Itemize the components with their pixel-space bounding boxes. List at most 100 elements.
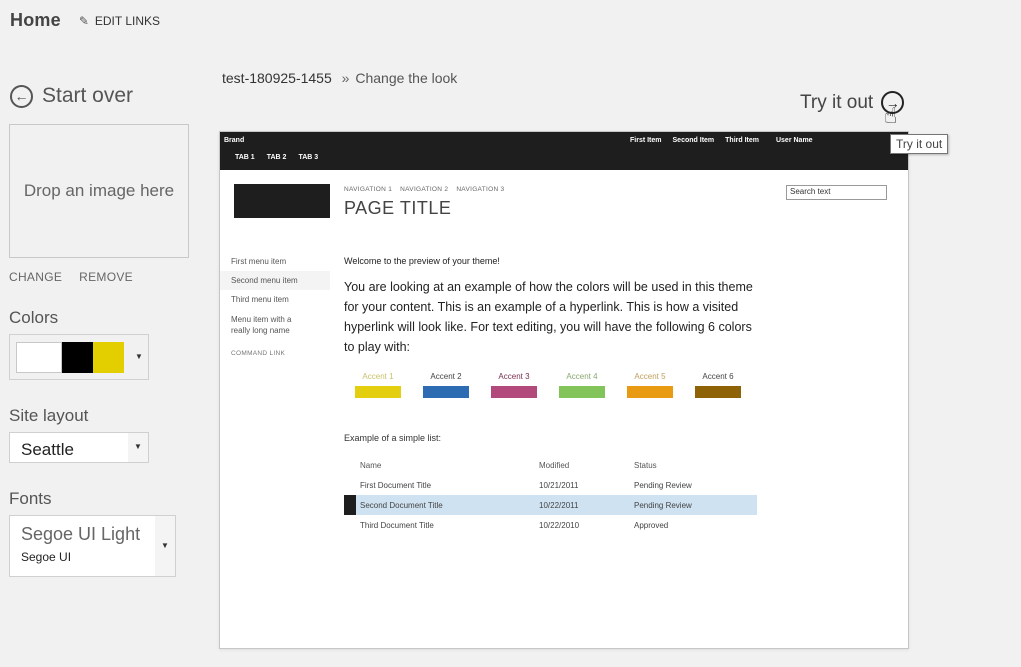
row-name: Second Document Title — [360, 500, 443, 510]
home-link[interactable]: Home — [10, 10, 61, 31]
accent-4: Accent 4 — [548, 372, 616, 398]
row-selection-marker — [344, 495, 356, 515]
accent-label: Accent 6 — [702, 372, 734, 381]
chevron-down-icon: ▼ — [135, 352, 143, 361]
change-image-button[interactable]: CHANGE — [9, 270, 62, 284]
preview-menu-item-selected: Second menu item — [220, 271, 330, 291]
preview-list-row: Third Document Title 10/22/2010 Approved — [344, 515, 757, 535]
edit-links-label: EDIT LINKS — [94, 13, 161, 28]
start-over-label: Start over — [42, 84, 134, 107]
accent-swatch — [559, 386, 605, 398]
accent-2: Accent 2 — [412, 372, 480, 398]
preview-list-row-selected: Second Document Title 10/22/2011 Pending… — [344, 495, 757, 515]
chevron-down-icon: ▼ — [161, 541, 169, 550]
row-status: Approved — [634, 520, 669, 530]
preview-list: Name Modified Status First Document Titl… — [344, 455, 757, 535]
preview-brand: Brand — [224, 137, 245, 144]
accent-3: Accent 3 — [480, 372, 548, 398]
row-modified: 10/22/2010 — [539, 520, 580, 530]
accent-label: Accent 2 — [430, 372, 462, 381]
accent-label: Accent 3 — [498, 372, 530, 381]
accent-label: Accent 4 — [566, 372, 598, 381]
preview-command-link: COMMAND LINK — [231, 349, 286, 357]
heading-font-value: Segoe UI Light — [21, 524, 141, 544]
preview-left-menu: First menu item Second menu item Third m… — [220, 252, 330, 367]
accent-swatch — [695, 386, 741, 398]
preview-menu-item: Third menu item — [231, 295, 289, 305]
colors-label: Colors — [9, 308, 59, 327]
preview-menu-item: First menu item — [231, 257, 287, 266]
preview-search-box: Search text — [786, 185, 887, 200]
image-actions: CHANGE REMOVE — [9, 270, 133, 284]
fonts-dropdown-button[interactable]: ▼ — [155, 516, 175, 576]
preview-nav-item: NAVIGATION 3 — [456, 186, 505, 193]
preview-tab: TAB 3 — [298, 154, 319, 161]
preview-tabs: TAB 1 TAB 2 TAB 3 — [235, 154, 318, 161]
body-font-value: Segoe UI — [21, 550, 72, 564]
preview-list-header: Name Modified Status — [344, 455, 757, 475]
preview-nav-item: NAVIGATION 2 — [400, 186, 449, 193]
accent-5: Accent 5 — [616, 372, 684, 398]
preview-top-nav-item: First Item — [630, 137, 662, 144]
edit-links-button[interactable]: ✎ EDIT LINKS — [79, 14, 160, 28]
accent-1: Accent 1 — [344, 372, 412, 398]
fonts-select[interactable]: Segoe UI Light Segoe UI ▼ — [9, 515, 176, 577]
colors-select[interactable]: ▼ — [9, 334, 149, 380]
row-modified: 10/22/2011 — [539, 500, 579, 510]
preview-menu-item: Menu item with a really long name — [231, 314, 292, 335]
preview-page-title: PAGE TITLE — [344, 198, 452, 218]
row-status: Pending Review — [634, 500, 692, 510]
breadcrumb-current: Change the look — [355, 70, 458, 86]
preview-tab: TAB 1 — [235, 154, 255, 161]
breadcrumb-site[interactable]: test-180925-1455 — [222, 70, 332, 86]
back-arrow-icon: ← — [10, 84, 33, 108]
theme-preview: Brand TAB 1 TAB 2 TAB 3 First Item Secon… — [219, 131, 909, 649]
dropzone-label: Drop an image here — [23, 181, 175, 200]
hand-cursor-icon: ☝ — [884, 103, 898, 128]
site-layout-label: Site layout — [9, 406, 89, 425]
preview-paragraph: You are looking at an example of how the… — [344, 280, 753, 354]
preview-nav-item: NAVIGATION 1 — [344, 186, 393, 193]
preview-tab: TAB 2 — [266, 154, 287, 161]
accent-swatch — [423, 386, 469, 398]
accent-label: Accent 1 — [362, 372, 394, 381]
remove-image-button[interactable]: REMOVE — [79, 270, 133, 284]
chevron-down-icon: ▼ — [134, 442, 142, 451]
color-swatch-2 — [62, 342, 93, 373]
row-status: Pending Review — [634, 480, 692, 490]
top-bar: Home ✎ EDIT LINKS — [10, 10, 160, 31]
preview-header: Brand TAB 1 TAB 2 TAB 3 First Item Secon… — [220, 132, 908, 170]
preview-welcome: Welcome to the preview of your theme! — [344, 256, 500, 266]
color-swatch-3 — [93, 342, 124, 373]
column-header-name: Name — [360, 460, 382, 470]
pencil-icon: ✎ — [78, 13, 89, 28]
image-dropzone[interactable]: Drop an image here — [9, 124, 189, 258]
accent-colors: Accent 1 Accent 2 Accent 3 Accent 4 Accent 5… — [344, 372, 752, 398]
preview-top-nav: First Item Second Item Third Item User N… — [630, 137, 824, 144]
accent-swatch — [355, 386, 401, 398]
preview-navigation: NAVIGATION 1 NAVIGATION 2 NAVIGATION 3 — [344, 186, 504, 193]
accent-swatch — [491, 386, 537, 398]
site-layout-dropdown-button[interactable]: ▼ — [128, 433, 148, 462]
accent-6: Accent 6 — [684, 372, 752, 398]
fonts-label: Fonts — [9, 489, 52, 508]
site-layout-value: Seattle — [21, 440, 74, 459]
preview-top-nav-item: Third Item — [725, 137, 759, 144]
row-modified: 10/21/2011 — [539, 480, 579, 490]
start-over-button[interactable]: ← Start over — [10, 84, 133, 108]
column-header-modified: Modified — [539, 460, 570, 470]
breadcrumb: test-180925-1455 » Change the look — [222, 70, 457, 86]
site-layout-select[interactable]: Seattle ▼ — [9, 432, 149, 463]
row-name: Third Document Title — [360, 520, 434, 530]
try-it-out-label: Try it out — [800, 91, 874, 113]
accent-swatch — [627, 386, 673, 398]
column-header-status: Status — [634, 460, 657, 470]
preview-top-nav-item: Second Item — [672, 137, 715, 144]
try-it-out-tooltip: Try it out — [890, 134, 949, 154]
preview-list-title: Example of a simple list: — [344, 433, 442, 443]
color-swatch-1 — [16, 342, 62, 373]
row-name: First Document Title — [360, 480, 432, 490]
preview-user-name: User Name — [775, 137, 813, 144]
preview-logo — [234, 184, 330, 218]
preview-list-row: First Document Title 10/21/2011 Pending … — [344, 475, 757, 495]
